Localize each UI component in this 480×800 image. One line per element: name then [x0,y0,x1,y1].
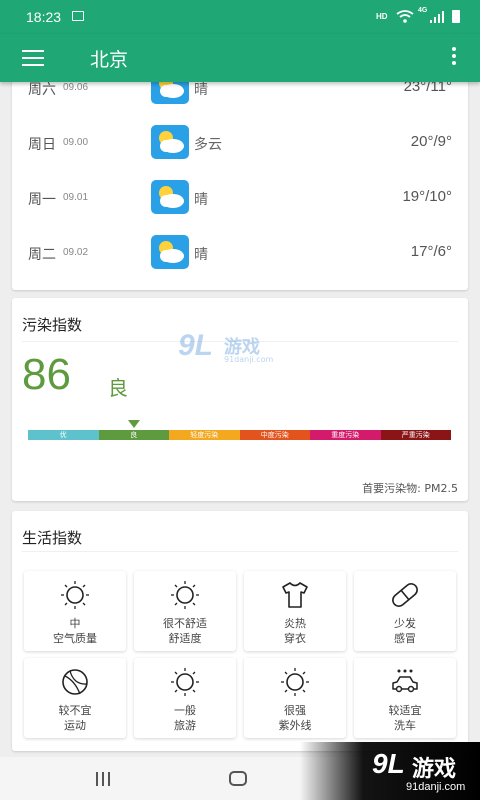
life-tile-sport[interactable]: 较不宜 运动 [24,658,126,738]
home-button[interactable] [229,771,247,786]
aqi-scale-segment: 优 [28,430,99,440]
forecast-day: 周六 [28,82,56,98]
tshirt-icon [282,582,308,608]
status-bar: 18:23 HD 4G [0,0,480,34]
forecast-condition: 晴 [194,82,208,98]
life-index-card: 生活指数 中 空气质量 很不舒适 舒适度 炎热 穿衣 少发 感冒 较不宜 运动 [12,511,468,751]
life-tile-travel[interactable]: 一般 旅游 [134,658,236,738]
aqi-scale-bar: 优 良 轻度污染 中度污染 重度污染 严重污染 [28,430,451,440]
watermark-logo: 9L 游戏 91danji.com [178,329,288,369]
life-tile-label: 舒适度 [168,632,202,645]
wifi-icon [396,10,414,23]
forecast-date: 09.06 [63,82,89,93]
basketball-icon [62,669,88,695]
forecast-condition: 晴 [194,192,208,208]
life-tile-value: 较不宜 [58,704,92,717]
pill-icon [392,583,418,607]
sun-icon [61,581,89,609]
life-tile-label: 紫外线 [278,719,312,732]
aqi-pointer-icon [127,420,140,428]
signal-icon [430,11,444,23]
battery-icon [452,10,460,23]
life-tile-dressing[interactable]: 炎热 穿衣 [244,571,346,651]
divider [22,551,458,552]
more-options-icon[interactable] [448,47,460,69]
forecast-date: 09.02 [63,247,89,258]
life-tile-label: 空气质量 [53,632,97,645]
sunny-cloud-icon [151,125,189,159]
life-tile-value: 炎热 [284,617,306,630]
corner-watermark-url: 91danji.com [406,781,466,793]
aqi-scale-segment: 中度污染 [239,430,310,440]
life-tile-value: 很不舒适 [163,617,207,630]
aqi-scale-segment: 严重污染 [380,430,451,440]
hd-indicator: HD [376,12,388,21]
sunny-cloud-icon [151,180,189,214]
forecast-day: 周一 [28,192,56,208]
corner-watermark: 9L 游戏 91danji.com [300,742,480,800]
life-tile-comfort[interactable]: 很不舒适 舒适度 [134,571,236,651]
forecast-temp: 17°/6° [410,243,452,260]
network-type: 4G [418,7,428,14]
forecast-day: 周日 [28,137,56,153]
sun-icon [171,581,199,609]
watermark-logo-mark: 9L [178,329,214,362]
recent-apps-button[interactable] [96,771,114,786]
image-notification-icon [72,11,84,21]
life-tile-label: 旅游 [174,719,196,732]
life-tile-value: 很强 [284,704,306,717]
life-tile-cold[interactable]: 少发 感冒 [354,571,456,651]
life-tile-uv[interactable]: 很强 紫外线 [244,658,346,738]
status-time: 18:23 [26,9,62,25]
sunny-cloud-icon [151,235,189,269]
corner-watermark-brand: 游戏 [412,757,457,782]
primary-pollutant: 首要污染物: PM2.5 [362,482,458,495]
forecast-date: 09.01 [63,192,89,203]
forecast-temp: 20°/9° [410,133,452,150]
forecast-condition: 晴 [194,247,208,263]
aqi-scale-segment: 重度污染 [310,430,381,440]
life-tile-value: 中 [69,617,81,630]
life-tile-label: 感冒 [394,632,416,645]
watermark-url: 91danji.com [224,355,274,364]
menu-icon[interactable] [22,50,44,66]
life-tile-label: 穿衣 [284,632,306,645]
life-tile-label: 运动 [64,719,86,732]
aqi-title: 污染指数 [22,316,83,334]
life-tile-value: 较适宜 [388,704,422,717]
city-title: 北京 [90,49,129,71]
life-tile-car-wash[interactable]: 较适宜 洗车 [354,658,456,738]
aqi-level: 良 [108,376,128,400]
life-title: 生活指数 [22,529,83,547]
life-tile-value: 少发 [394,617,416,630]
forecast-row: 周日 09.00 多云 20°/9° [12,122,468,162]
life-tile-value: 一般 [174,704,196,717]
forecast-temp: 19°/10° [402,188,452,205]
aqi-scale-segment: 良 [98,430,169,440]
forecast-day: 周二 [28,247,56,263]
app-toolbar: 北京 [0,34,480,82]
life-tile-air-quality[interactable]: 中 空气质量 [24,571,126,651]
sun-icon [171,668,199,696]
forecast-row: 周一 09.01 晴 19°/10° [12,177,468,217]
forecast-card: 周六 09.06 晴 23°/11° 周日 09.00 多云 20°/9° 周一… [12,60,468,290]
aqi-value: 86 [22,350,71,399]
aqi-scale-segment: 轻度污染 [169,430,240,440]
life-tile-label: 洗车 [394,719,416,732]
forecast-condition: 多云 [194,137,222,153]
forecast-date: 09.00 [63,137,89,148]
corner-watermark-mark: 9L [372,748,405,779]
sun-icon [281,668,309,696]
car-wash-icon [392,669,418,693]
forecast-row: 周二 09.02 晴 17°/6° [12,232,468,272]
